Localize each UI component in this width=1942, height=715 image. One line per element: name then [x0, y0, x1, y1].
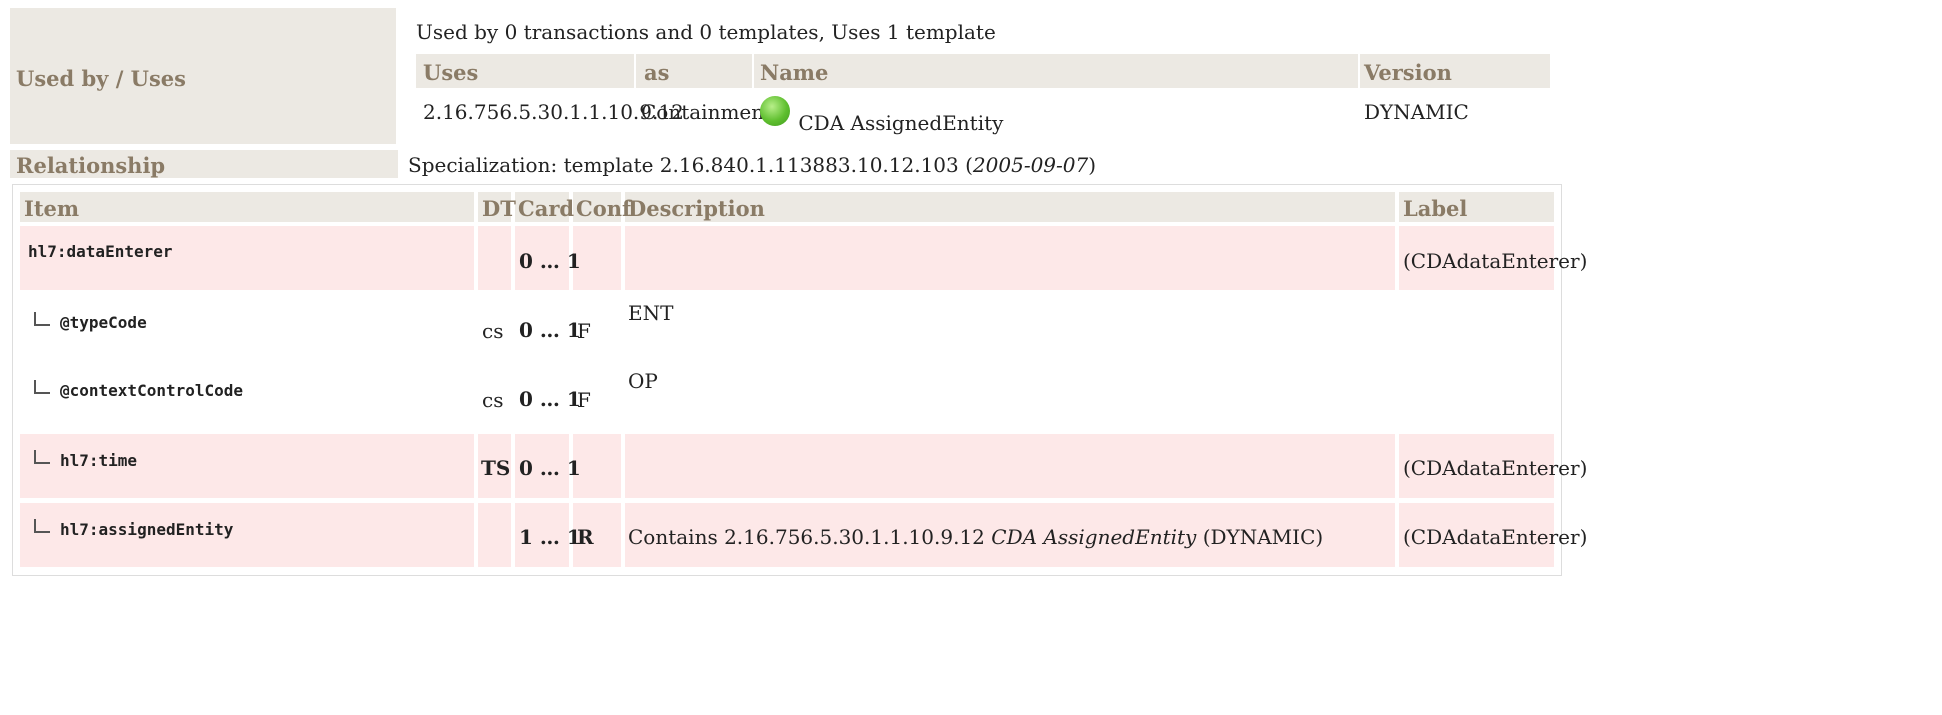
conformance: F [577, 319, 591, 343]
item-name[interactable]: hl7:time [60, 451, 137, 470]
item-name[interactable]: @typeCode [60, 313, 147, 332]
uses-row-as: Containment [641, 100, 773, 124]
uses-header-row: Uses as Name Version [416, 54, 1550, 88]
item-name-cell: hl7:assignedEntity [34, 516, 233, 540]
label-col-header: Label [1403, 196, 1468, 221]
datatype: cs [482, 388, 504, 412]
label-value: (CDAdataEnterer) [1403, 249, 1588, 273]
cardinality: 0 … 1 [519, 249, 581, 273]
conformance: R [577, 525, 594, 549]
relationship-label-cell: Relationship [10, 150, 398, 178]
datatype: cs [482, 319, 504, 343]
table-header-row [20, 192, 1554, 222]
relationship-text: Specialization: template 2.16.840.1.1138… [408, 153, 1097, 177]
divider [474, 192, 478, 222]
status-active-icon [760, 96, 790, 126]
datatype: TS [481, 456, 511, 480]
uses-row-name-text[interactable]: CDA AssignedEntity [798, 111, 1003, 135]
as-col-header: as [644, 60, 670, 85]
name-col-header: Name [760, 60, 829, 85]
description-value: Contains 2.16.756.5.30.1.1.10.9.12 CDA A… [628, 525, 1324, 549]
item-col-header: Item [24, 196, 80, 221]
divider [1358, 54, 1360, 88]
divider [1395, 192, 1399, 222]
dt-col-header: DT [482, 196, 516, 221]
tree-branch-icon [34, 380, 50, 394]
description-value: OP [628, 369, 658, 393]
item-name-cell: hl7:time [34, 447, 137, 471]
item-name[interactable]: hl7:assignedEntity [60, 520, 233, 539]
label-value: (CDAdataEnterer) [1403, 525, 1588, 549]
uses-col-header: Uses [423, 60, 479, 85]
table-cell [478, 503, 511, 567]
relationship-date: 2005-09-07 [972, 153, 1089, 177]
usage-summary: Used by 0 transactions and 0 templates, … [416, 20, 996, 44]
cardinality: 0 … 1 [519, 318, 581, 342]
item-name-cell: @typeCode [34, 309, 147, 333]
version-col-header: Version [1364, 60, 1452, 85]
table-cell [478, 226, 511, 290]
uses-row-version: DYNAMIC [1364, 100, 1469, 124]
conformance: F [577, 388, 591, 412]
table-cell [625, 434, 1395, 498]
uses-row-name[interactable]: CDA AssignedEntity [760, 96, 1003, 135]
card-col-header: Card [518, 196, 575, 221]
cardinality: 1 … 1 [519, 525, 581, 549]
item-name[interactable]: hl7:dataEnterer [28, 242, 173, 261]
description-col-header: Description [628, 196, 765, 221]
used-by-label: Used by / Uses [16, 66, 186, 91]
tree-branch-icon [34, 312, 50, 326]
cardinality: 0 … 1 [519, 456, 581, 480]
conf-col-header: Conf [576, 196, 632, 221]
label-value: (CDAdataEnterer) [1403, 456, 1588, 480]
item-name[interactable]: @contextControlCode [60, 381, 243, 400]
relationship-label: Relationship [16, 153, 166, 178]
tree-branch-icon [34, 450, 50, 464]
item-name-cell: @contextControlCode [34, 377, 243, 401]
divider [634, 54, 636, 88]
tree-branch-icon [34, 519, 50, 533]
description-value: ENT [628, 301, 674, 325]
cardinality: 0 … 1 [519, 387, 581, 411]
table-cell [625, 226, 1395, 290]
template-link[interactable]: CDA AssignedEntity [991, 525, 1196, 549]
divider [752, 54, 754, 88]
used-by-label-cell: Used by / Uses [10, 8, 396, 144]
